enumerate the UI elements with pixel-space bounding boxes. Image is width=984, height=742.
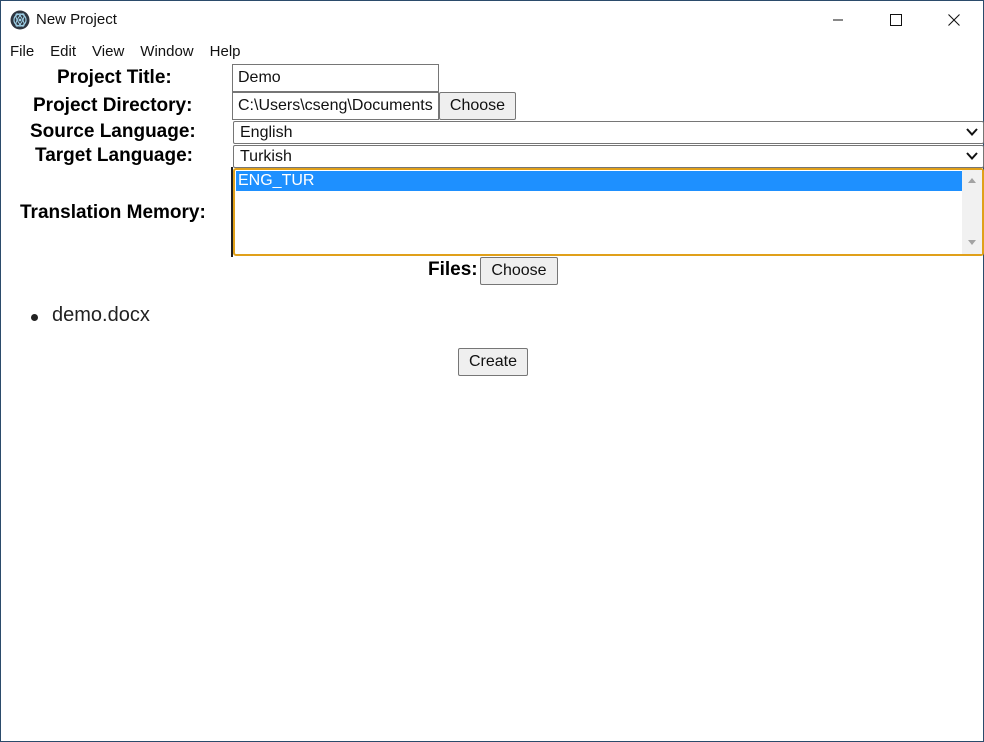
target-language-select[interactable]: Turkish [233, 145, 984, 168]
files-label: Files: [428, 259, 478, 280]
close-icon [948, 14, 960, 26]
project-title-input[interactable]: Demo [232, 64, 439, 92]
project-title-label: Project Title: [57, 67, 172, 88]
window-title: New Project [36, 11, 117, 28]
list-item: demo.docx [31, 304, 150, 327]
menu-edit[interactable]: Edit [42, 41, 84, 63]
file-name: demo.docx [52, 304, 150, 326]
menu-view[interactable]: View [84, 41, 132, 63]
app-window: New Project File Edit View Window Help P… [0, 0, 984, 742]
translation-memory-label: Translation Memory: [20, 202, 206, 223]
project-directory-input[interactable]: C:\Users\cseng\Documents [232, 92, 439, 120]
directory-choose-button[interactable]: Choose [439, 92, 516, 120]
files-choose-button[interactable]: Choose [480, 257, 558, 285]
source-language-label: Source Language: [30, 121, 196, 142]
scroll-down-icon[interactable] [967, 239, 977, 246]
title-bar[interactable]: New Project [1, 1, 983, 39]
menu-bar: File Edit View Window Help [1, 41, 249, 63]
app-logo-icon [10, 10, 30, 30]
create-button[interactable]: Create [458, 348, 528, 376]
target-language-label: Target Language: [35, 145, 193, 166]
close-button[interactable] [925, 1, 983, 39]
listbox-scrollbar[interactable] [962, 170, 982, 254]
project-directory-label: Project Directory: [33, 95, 193, 116]
bullet-icon [31, 314, 38, 321]
scroll-up-icon[interactable] [967, 177, 977, 184]
target-language-value: Turkish [240, 148, 292, 165]
maximize-icon [890, 14, 902, 26]
menu-window[interactable]: Window [132, 41, 201, 63]
translation-memory-listbox[interactable]: ENG_TUR [233, 168, 984, 256]
maximize-button[interactable] [867, 1, 925, 39]
minimize-button[interactable] [809, 1, 867, 39]
chevron-down-icon [966, 128, 978, 136]
menu-file[interactable]: File [1, 41, 42, 63]
chevron-down-icon [966, 152, 978, 160]
file-list: demo.docx [31, 304, 150, 327]
translation-memory-option[interactable]: ENG_TUR [236, 171, 963, 191]
menu-help[interactable]: Help [202, 41, 249, 63]
source-language-value: English [240, 124, 293, 141]
minimize-icon [833, 19, 843, 21]
source-language-select[interactable]: English [233, 121, 984, 144]
